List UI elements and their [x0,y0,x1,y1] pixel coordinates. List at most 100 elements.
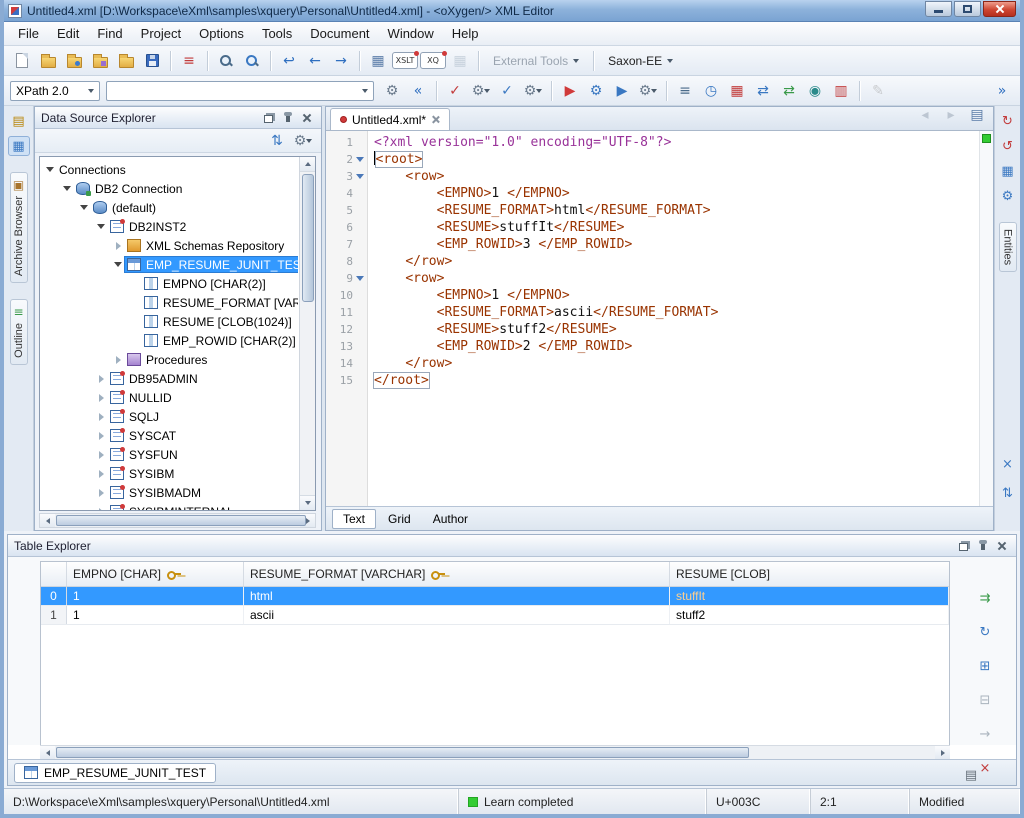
xpath-expression-input[interactable] [106,81,374,101]
close-button[interactable] [983,1,1016,17]
editor-list-icon[interactable]: ▤ [965,103,989,127]
delete-row-icon[interactable]: × [974,758,996,778]
scroll-left-button[interactable] [40,746,55,759]
expand-arrow-icon[interactable] [95,450,107,460]
table-row[interactable]: 11asciistuff2 [41,606,949,625]
expand-arrow-icon[interactable] [95,431,107,441]
data-source-settings-icon[interactable]: ⚙ [291,129,315,153]
table-remove-icon[interactable]: ▦ [725,79,749,103]
scroll-right-button[interactable] [935,746,950,759]
close-view-icon[interactable] [299,111,315,125]
fold-toggle-icon[interactable] [353,168,367,185]
xml-refactoring-icon[interactable]: ↺ [997,136,1019,156]
expand-arrow-icon[interactable] [44,165,56,175]
find-in-files-icon[interactable] [240,49,264,73]
expand-arrow-icon[interactable] [61,184,73,194]
fold-toggle-icon[interactable] [353,270,367,287]
scroll-left-button[interactable] [40,514,55,527]
result-table[interactable]: EMPNO [CHAR]RESUME_FORMAT [VARCHAR]RESUM… [40,561,950,745]
expand-toolbar-icon[interactable]: » [990,79,1014,103]
tab-archive-browser[interactable]: ▣Archive Browser [10,172,28,283]
tree-item-syscat[interactable]: SYSCAT [40,426,298,445]
menu-project[interactable]: Project [133,23,189,44]
table-export-icon[interactable]: ⇄ [777,79,801,103]
tree-item-db2inst2[interactable]: DB2INST2 [40,217,298,236]
menu-find[interactable]: Find [89,23,130,44]
validation-scenarios-icon[interactable]: ⚙ [469,79,493,103]
refresh-icon[interactable]: ◷ [699,79,723,103]
tree-item-procedures[interactable]: Procedures [40,350,298,369]
column-header-empno-char[interactable]: EMPNO [CHAR] [67,562,244,586]
expand-arrow-icon[interactable] [78,203,90,213]
forward-icon[interactable]: → [329,49,353,73]
pin-view-icon[interactable] [280,111,296,125]
expand-arrow-icon[interactable] [112,260,124,270]
export-data-icon[interactable]: ⇉ [974,588,996,608]
expand-arrow-icon[interactable] [95,469,107,479]
refresh-table-icon[interactable]: ↻ [974,622,996,642]
expand-arrow-icon[interactable] [95,374,107,384]
apply-transformation-icon[interactable]: ▶ [558,79,582,103]
connections-tree[interactable]: ConnectionsDB2 Connection(default)DB2INS… [39,156,316,511]
editor-perspective-icon[interactable]: ▤ [8,111,30,131]
cell[interactable]: 1 [67,606,244,624]
menu-help[interactable]: Help [444,23,487,44]
transformation-engine-select[interactable]: Saxon-EE [600,51,681,71]
tab-untitled4[interactable]: Untitled4.xml* [330,108,450,130]
xpath-history-icon[interactable]: « [406,79,430,103]
tab-entities[interactable]: Entities [999,222,1017,272]
validate-icon[interactable]: ✓ [443,79,467,103]
cell[interactable]: 1 [67,587,244,605]
scroll-down-button[interactable] [300,495,315,510]
open-recent-icon[interactable] [114,49,138,73]
expand-arrow-icon[interactable] [95,507,107,511]
column-header-resume-format-varchar[interactable]: RESUME_FORMAT [VARCHAR] [244,562,670,586]
menu-file[interactable]: File [10,23,47,44]
tree-item-resume-format-varchar-1[interactable]: RESUME_FORMAT [VARCHAR(1 [40,293,298,312]
grid-view-icon[interactable]: ▦ [366,49,390,73]
cell[interactable]: ascii [244,606,670,624]
open-archive-icon[interactable] [88,49,112,73]
tree-item-empno-char-2[interactable]: EMPNO [CHAR(2)] [40,274,298,293]
column-header-rownum[interactable] [41,562,67,586]
find-icon[interactable] [214,49,238,73]
back-icon[interactable]: ← [303,49,327,73]
code-area[interactable]: <?xml version="1.0" encoding="UTF-8"?><r… [368,131,979,506]
tab-text[interactable]: Text [332,509,376,529]
scrollbar-thumb[interactable] [302,174,314,302]
maximize-button[interactable] [954,1,981,17]
cell[interactable]: stuff2 [670,606,949,624]
float-view-icon[interactable] [261,111,277,125]
fold-toggle-icon[interactable] [353,151,367,168]
tab-emp-resume-junit-test[interactable]: EMP_RESUME_JUNIT_TEST [14,763,216,783]
open-icon[interactable] [36,49,60,73]
table-row[interactable]: 01htmlstuffIt [41,587,949,606]
menu-window[interactable]: Window [380,23,442,44]
save-icon[interactable] [140,49,164,73]
format-indent-icon[interactable]: ≡ [177,49,201,73]
new-document-icon[interactable] [10,49,34,73]
configure-transformation-icon[interactable]: ⚙ [584,79,608,103]
open-url-icon[interactable] [62,49,86,73]
minimize-button[interactable] [925,1,952,17]
tree-item-default[interactable]: (default) [40,198,298,217]
scroll-up-button[interactable] [300,157,315,172]
format-selection-icon[interactable]: ≡ [673,79,697,103]
xpath-options-icon[interactable]: ⚙ [380,79,404,103]
close-group-icon[interactable]: × [997,454,1019,474]
tree-item-emp-rowid-char-2[interactable]: EMP_ROWID [CHAR(2)] [40,331,298,350]
pin-view-icon[interactable] [975,539,991,553]
tree-item-sysfun[interactable]: SYSFUN [40,445,298,464]
column-header-resume-clob[interactable]: RESUME [CLOB] [670,562,949,586]
database-grid-icon[interactable]: ▥ [829,79,853,103]
filter-columns-icon[interactable]: ⇅ [265,129,289,153]
cell[interactable]: stuffIt [670,587,949,605]
tree-item-nullid[interactable]: NULLID [40,388,298,407]
last-modification-icon[interactable]: ↩ [277,49,301,73]
web-globe-icon[interactable]: ◉ [803,79,827,103]
expand-arrow-icon[interactable] [112,241,124,251]
panel-title-bar[interactable]: Table Explorer [8,535,1016,557]
show-grid-icon[interactable]: ▦ [997,161,1019,181]
expand-arrow-icon[interactable] [95,222,107,232]
tree-item-sysibm[interactable]: SYSIBM [40,464,298,483]
